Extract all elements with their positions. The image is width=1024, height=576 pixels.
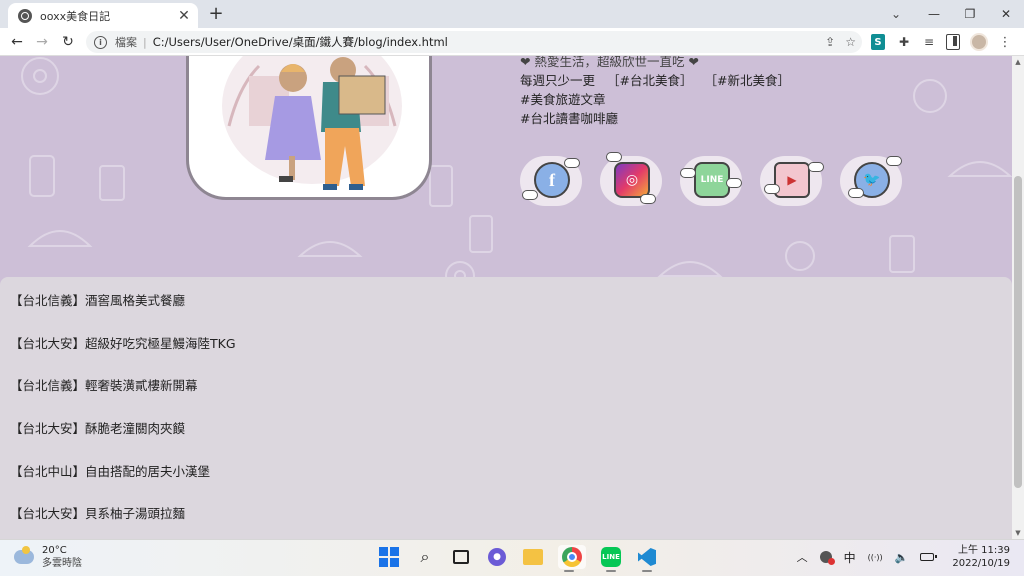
scroll-up-arrow[interactable]: ▲ — [1012, 56, 1024, 68]
tab-search-button[interactable]: ⌄ — [884, 2, 908, 26]
update-frequency-text: 每週只少一更 — [520, 73, 596, 88]
file-explorer-button[interactable] — [522, 545, 544, 569]
search-button[interactable]: ⌕ — [414, 545, 436, 569]
globe-icon — [18, 8, 32, 23]
chat-icon: ● — [488, 548, 506, 566]
page-viewport: ❤ 熱愛生活，超級欣世一直吃 ❤ 每週只少一更 ［#台北美食］ ［#新北美食］ … — [0, 56, 1012, 539]
line-link[interactable]: LINE — [680, 148, 742, 210]
wifi-icon[interactable]: ((·)) — [868, 553, 883, 562]
cloudy-weather-icon — [14, 546, 34, 564]
side-panel-icon[interactable] — [946, 34, 960, 50]
line-app-icon: LINE — [601, 547, 621, 567]
show-hidden-icons-button[interactable]: ︿ — [797, 549, 808, 565]
chrome-taskbar-button[interactable] — [558, 545, 586, 572]
instagram-icon: ◎ — [614, 162, 650, 198]
twitter-link[interactable]: 🐦 — [840, 148, 902, 210]
clock-date: 2022/10/19 — [952, 558, 1010, 569]
clock[interactable]: 上午 11:39 2022/10/19 — [952, 544, 1010, 570]
youtube-link[interactable]: ▶ — [760, 148, 824, 210]
window-controls: — ❐ ✕ — [916, 0, 1024, 28]
article-link[interactable]: 【台北信義】輕奢裝潢貳樓新開幕 — [10, 363, 1012, 406]
vertical-scrollbar[interactable]: ▲ ▼ — [1012, 56, 1024, 539]
travel-illustration — [186, 56, 432, 200]
clock-time: 上午 11:39 — [958, 545, 1010, 556]
youtube-icon: ▶ — [774, 162, 810, 198]
hashtag-link[interactable]: #台北讀書咖啡廳 — [520, 109, 840, 128]
instagram-link[interactable]: ◎ — [600, 148, 662, 210]
facebook-icon: f — [534, 162, 570, 198]
article-list: 【台北信義】酒窖風格美式餐廳 【台北大安】超級好吃究極星鰻海陸TKG 【台北信義… — [0, 277, 1012, 539]
profile-avatar[interactable] — [970, 33, 988, 51]
chat-button[interactable]: ● — [486, 545, 508, 569]
volume-icon[interactable]: 🔈 — [895, 551, 909, 564]
info-icon[interactable]: i — [94, 35, 107, 49]
tab-title: ooxx美食日記 — [40, 9, 111, 23]
browser-toolbar: ← → ↻ i 檔案 | C:/Users/User/OneDrive/桌面/鐵… — [0, 28, 1024, 56]
system-tray: ︿ 中 ((·)) 🔈 上午 11:39 2022/10/19 — [797, 544, 1010, 570]
scroll-down-arrow[interactable]: ▼ — [1012, 527, 1024, 539]
new-tab-button[interactable]: + — [206, 4, 226, 24]
ime-indicator[interactable]: 中 — [844, 549, 856, 566]
profile-update-line: 每週只少一更 ［#台北美食］ ［#新北美食］ — [520, 71, 840, 90]
hashtag-link[interactable]: ［#新北美食］ — [704, 73, 789, 88]
forward-button[interactable]: → — [31, 31, 53, 53]
taskbar: 20°C 多雲時陰 ⌕ ● LINE ︿ 中 ((·)) 🔈 上午 11:39 … — [0, 539, 1024, 576]
extensions-puzzle-icon[interactable]: ✚ — [896, 34, 912, 50]
article-link[interactable]: 【台北中山】自由搭配的居夫小漢堡 — [10, 449, 1012, 492]
article-link[interactable]: 【台北大安】超級好吃究極星鰻海陸TKG — [10, 321, 1012, 364]
article-link[interactable]: 【台北大安】酥脆老潼關肉夾饃 — [10, 406, 1012, 449]
tab-strip: ooxx美食日記 ✕ + ⌄ — ❐ ✕ — [0, 0, 1024, 28]
maximize-button[interactable]: ❐ — [952, 0, 988, 28]
hashtag-link[interactable]: ［#台北美食］ — [607, 73, 692, 88]
profile-intro: ❤ 熱愛生活，超級欣世一直吃 ❤ 每週只少一更 ［#台北美食］ ［#新北美食］ … — [520, 56, 840, 128]
bookmark-star-icon[interactable]: ☆ — [845, 35, 856, 49]
vscode-icon — [638, 548, 656, 566]
line-taskbar-button[interactable]: LINE — [600, 545, 622, 572]
address-bar[interactable]: i 檔案 | C:/Users/User/OneDrive/桌面/鐵人賽/blo… — [86, 31, 862, 53]
vscode-taskbar-button[interactable] — [636, 545, 658, 572]
scroll-thumb[interactable] — [1014, 176, 1022, 488]
task-view-button[interactable] — [450, 545, 472, 569]
hashtag-link[interactable]: #美食旅遊文章 — [520, 90, 840, 109]
url-text[interactable]: C:/Users/User/OneDrive/桌面/鐵人賽/blog/index… — [153, 34, 448, 50]
security-label: 檔案 — [115, 36, 137, 49]
battery-icon[interactable] — [920, 553, 938, 561]
line-icon: LINE — [694, 162, 730, 198]
back-button[interactable]: ← — [6, 31, 28, 53]
profile-tagline: ❤ 熱愛生活，超級欣世一直吃 ❤ — [520, 56, 699, 69]
security-alert-icon[interactable] — [819, 551, 835, 565]
omnibox-separator: | — [143, 35, 147, 49]
search-icon: ⌕ — [420, 547, 430, 566]
extension-s-icon[interactable]: S — [871, 34, 885, 50]
weather-temperature: 20°C — [42, 545, 67, 556]
folder-icon — [523, 549, 543, 565]
tab-close-button[interactable]: ✕ — [176, 8, 192, 24]
social-links: f ◎ LINE ▶ 🐦 — [520, 148, 902, 210]
start-button[interactable] — [378, 545, 400, 569]
close-window-button[interactable]: ✕ — [988, 0, 1024, 28]
windows-logo-icon — [379, 547, 399, 567]
weather-description: 多雲時陰 — [42, 558, 82, 569]
article-link[interactable]: 【台北大安】貝系柚子湯頭拉麵 — [10, 491, 1012, 534]
article-link[interactable]: 【台北信義】酒窖風格美式餐廳 — [10, 278, 1012, 321]
reload-button[interactable]: ↻ — [57, 31, 79, 53]
minimize-button[interactable]: — — [916, 0, 952, 28]
facebook-link[interactable]: f — [520, 148, 582, 210]
chrome-icon — [562, 547, 582, 567]
task-view-icon — [453, 550, 469, 564]
weather-widget[interactable]: 20°C 多雲時陰 — [14, 544, 82, 570]
taskbar-apps: ⌕ ● LINE — [378, 545, 658, 572]
reading-list-icon[interactable]: ≡ — [921, 34, 937, 50]
browser-tab[interactable]: ooxx美食日記 ✕ — [8, 3, 198, 28]
browser-menu-icon[interactable]: ⋮ — [998, 34, 1012, 50]
share-icon[interactable]: ⇪ — [825, 35, 835, 49]
